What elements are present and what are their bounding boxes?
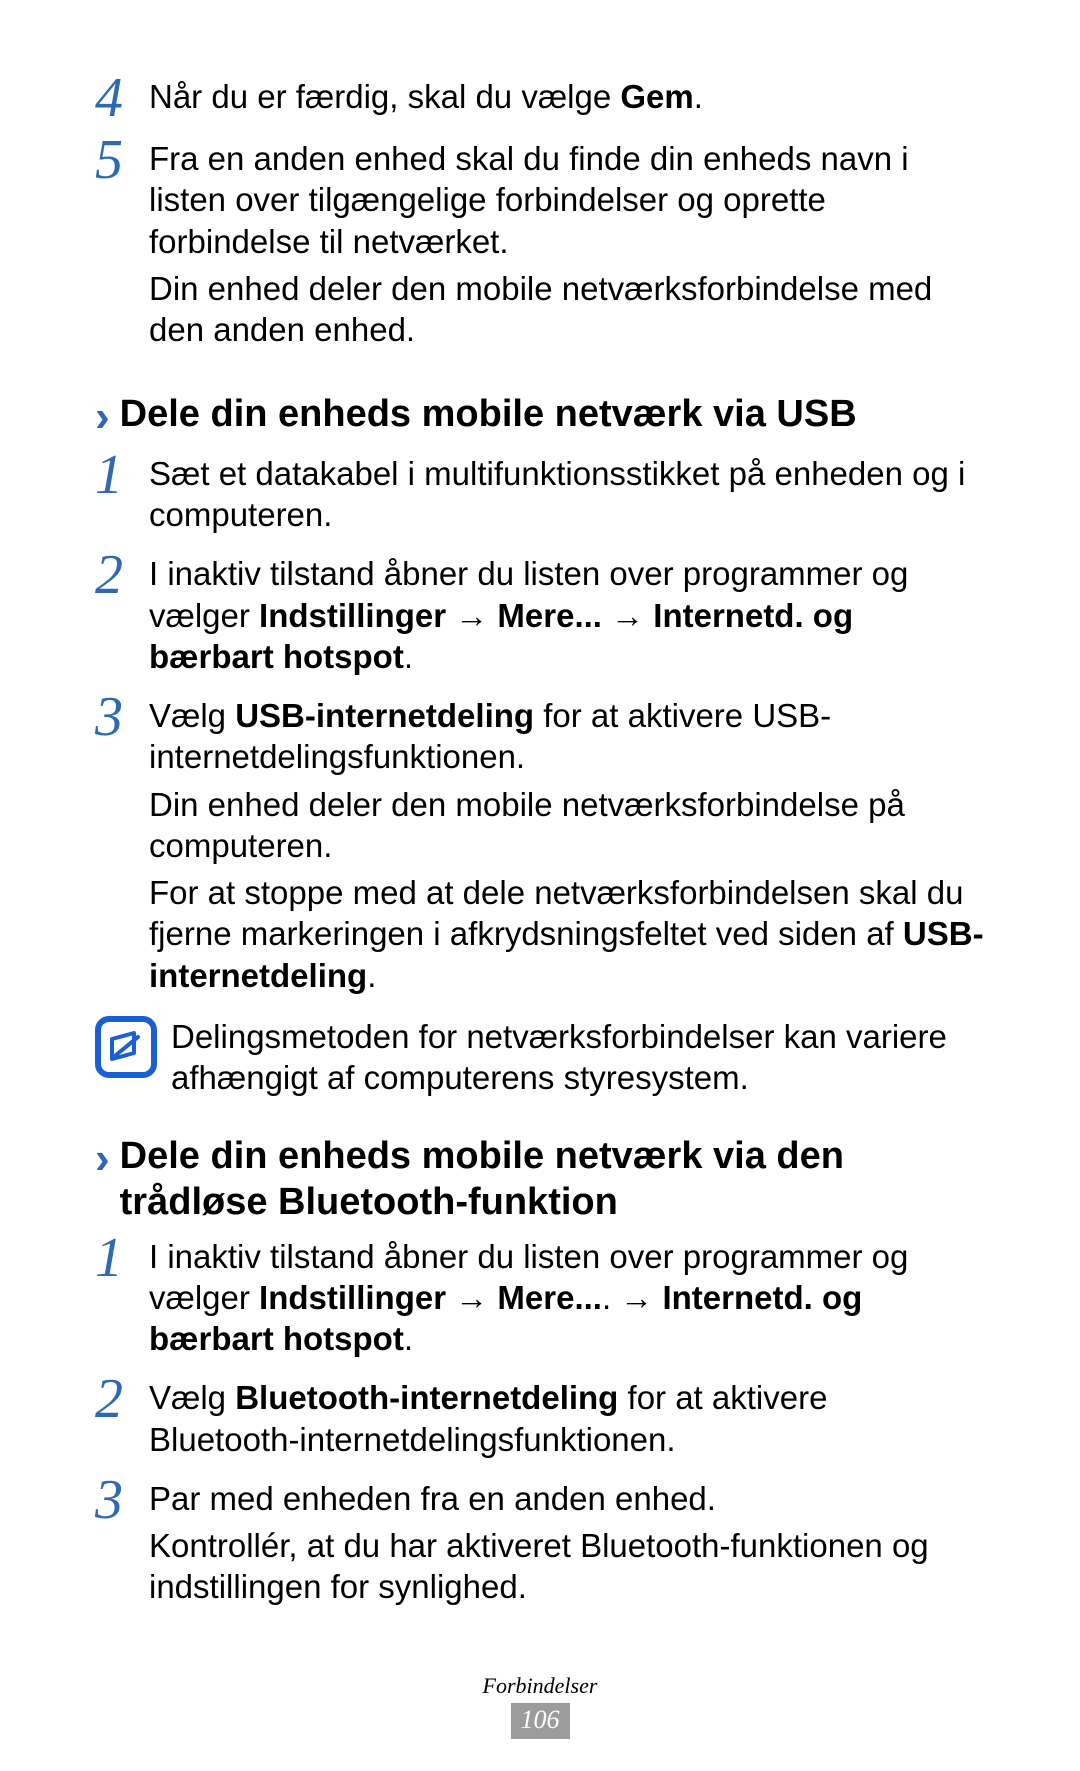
step-paragraph: Vælg USB-internetdeling for at aktivere …: [149, 695, 985, 778]
step-paragraph: For at stoppe med at dele netværksforbin…: [149, 872, 985, 996]
step-number: 5: [95, 132, 143, 188]
section-heading-bluetooth: › Dele din enheds mobile netværk via den…: [95, 1134, 985, 1225]
step-number: 4: [95, 70, 143, 126]
footer-page-number: 106: [511, 1703, 570, 1739]
section-heading-usb: › Dele din enheds mobile netværk via USB: [95, 392, 985, 443]
page-footer: Forbindelser 106: [0, 1673, 1080, 1739]
info-note: Delingsmetoden for netværksforbindelser …: [95, 1010, 985, 1099]
section2-step-list: 1I inaktiv tilstand åbner du listen over…: [95, 1230, 985, 1614]
step-paragraph: Når du er færdig, skal du vælge Gem.: [149, 76, 985, 117]
step: 2I inaktiv tilstand åbner du listen over…: [95, 547, 985, 683]
step: 2Vælg Bluetooth-internetdeling for at ak…: [95, 1371, 985, 1466]
step-paragraph: I inaktiv tilstand åbner du listen over …: [149, 553, 985, 677]
step-body: Vælg Bluetooth-internetdeling for at akt…: [149, 1371, 985, 1466]
step-paragraph: Din enhed deler den mobile netværksforbi…: [149, 784, 985, 867]
chevron-icon: ›: [95, 392, 110, 443]
note-text: Delingsmetoden for netværksforbindelser …: [171, 1010, 985, 1099]
step: 5Fra en anden enhed skal du finde din en…: [95, 132, 985, 356]
page: 4Når du er færdig, skal du vælge Gem.5Fr…: [0, 0, 1080, 1771]
step-body: Sæt et datakabel i multifunktionsstikket…: [149, 447, 985, 542]
section1-step-list: 1Sæt et datakabel i multifunktionsstikke…: [95, 447, 985, 1002]
step-paragraph: Par med enheden fra en anden enhed.: [149, 1478, 985, 1519]
step-paragraph: Sæt et datakabel i multifunktionsstikket…: [149, 453, 985, 536]
footer-section-name: Forbindelser: [0, 1673, 1080, 1699]
step-paragraph: Din enhed deler den mobile netværksforbi…: [149, 268, 985, 351]
step-paragraph: Vælg Bluetooth-internetdeling for at akt…: [149, 1377, 985, 1460]
step-number: 3: [95, 689, 143, 745]
step-paragraph: I inaktiv tilstand åbner du listen over …: [149, 1236, 985, 1360]
note-icon: [95, 1016, 157, 1078]
step-number: 1: [95, 1230, 143, 1286]
step: 1I inaktiv tilstand åbner du listen over…: [95, 1230, 985, 1366]
step-number: 1: [95, 447, 143, 503]
step-body: Når du er færdig, skal du vælge Gem.: [149, 70, 985, 123]
chevron-icon: ›: [95, 1134, 110, 1185]
step-body: Par med enheden fra en anden enhed. Kontr…: [149, 1472, 985, 1614]
step-body: I inaktiv tilstand åbner du listen over …: [149, 547, 985, 683]
step-number: 2: [95, 1371, 143, 1427]
step: 3Vælg USB-internetdeling for at aktivere…: [95, 689, 985, 1002]
step-number: 2: [95, 547, 143, 603]
step-body: Vælg USB-internetdeling for at aktivere …: [149, 689, 985, 1002]
step-paragraph: Fra en anden enhed skal du finde din enh…: [149, 138, 985, 262]
top-step-list: 4Når du er færdig, skal du vælge Gem.5Fr…: [95, 70, 985, 356]
step-paragraph: Kontrollér, at du har aktiveret Bluetoot…: [149, 1525, 985, 1608]
step: 1Sæt et datakabel i multifunktionsstikke…: [95, 447, 985, 542]
section-title: Dele din enheds mobile netværk via den t…: [120, 1134, 985, 1225]
step-number: 3: [95, 1472, 143, 1528]
step: 3Par med enheden fra en anden enhed. Kont…: [95, 1472, 985, 1614]
section-title: Dele din enheds mobile netværk via USB: [120, 392, 985, 438]
step-body: I inaktiv tilstand åbner du listen over …: [149, 1230, 985, 1366]
step-body: Fra en anden enhed skal du finde din enh…: [149, 132, 985, 356]
step: 4Når du er færdig, skal du vælge Gem.: [95, 70, 985, 126]
